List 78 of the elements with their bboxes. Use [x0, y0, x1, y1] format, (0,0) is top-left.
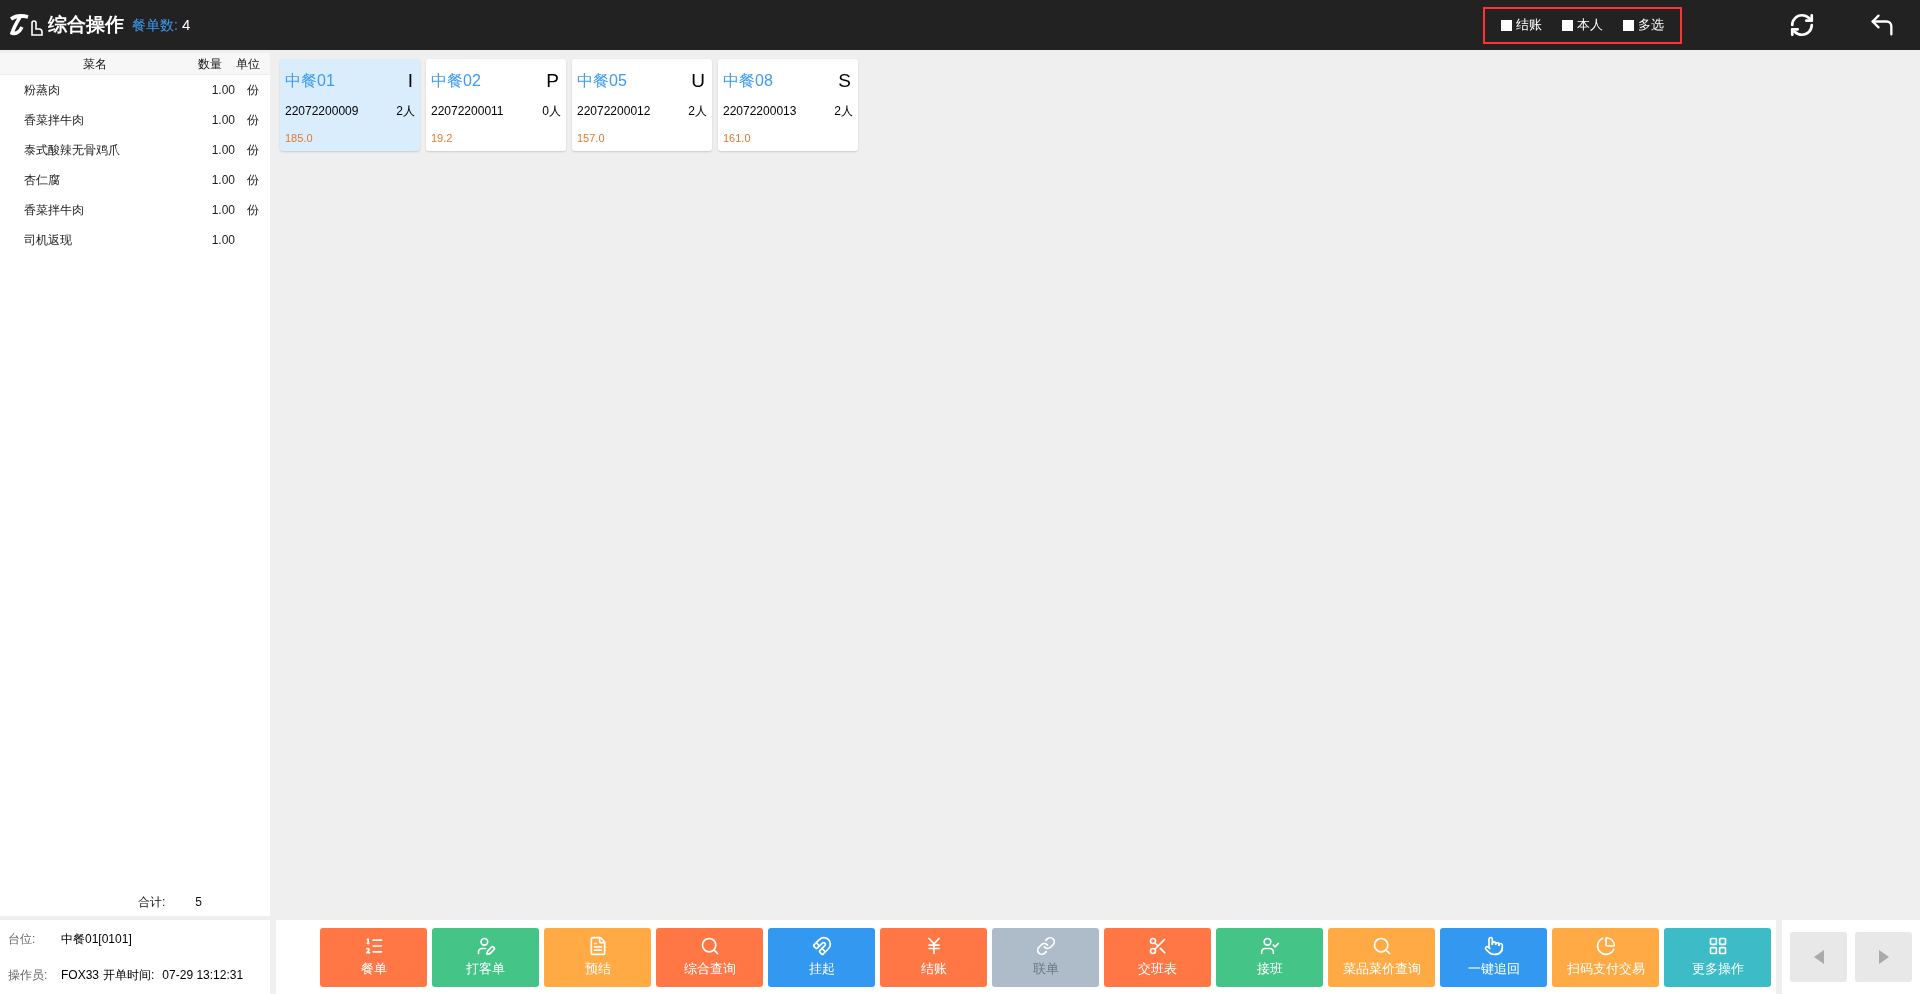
dish-name: 泰式酸辣无骨鸡爪 — [23, 142, 121, 159]
column-header: 数量 — [197, 55, 223, 73]
table-value: 中餐01[0101] — [61, 931, 132, 948]
page-title: 综合操作 — [48, 12, 124, 37]
dish-quantity: 1.00 — [210, 202, 235, 219]
magnet-icon — [811, 935, 832, 956]
table-card[interactable]: 中餐05 U 22072200012 2人 157.0 — [572, 59, 712, 151]
table-name: 中餐01 — [285, 71, 335, 92]
dish-name: 香菜拌牛肉 — [23, 112, 85, 129]
table-code: U — [691, 69, 705, 93]
refresh-icon — [1789, 12, 1815, 38]
search-icon — [1371, 935, 1392, 956]
user-icon — [1259, 935, 1280, 956]
table-code: P — [546, 69, 559, 93]
dish-quantity: 1.00 — [210, 232, 235, 249]
dish-name: 粉蒸肉 — [23, 82, 61, 99]
hand-pointer-icon — [1483, 935, 1504, 956]
operator-label: 操作员: — [8, 967, 49, 984]
dish-unit: 份 — [247, 142, 259, 159]
dish-row[interactable]: 粉蒸肉 1.00 份 — [0, 75, 270, 105]
table-name: 中餐08 — [723, 71, 773, 92]
guest-count: 0人 — [542, 102, 561, 120]
guest-count: 2人 — [834, 102, 853, 120]
table-card[interactable]: 中餐01 I 22072200009 2人 185.0 — [280, 59, 420, 151]
dish-row[interactable]: 香菜拌牛肉 1.00 份 — [0, 105, 270, 135]
order-count: 4 — [181, 14, 191, 35]
pie-chart-icon — [1595, 935, 1616, 956]
dish-name: 香菜拌牛肉 — [23, 202, 85, 219]
column-header: 菜名 — [82, 55, 108, 73]
dish-name: 杏仁腐 — [23, 172, 61, 189]
dish-quantity: 1.00 — [210, 172, 235, 189]
table-code: S — [838, 69, 851, 93]
filter-checkbox[interactable]: 多选 — [1623, 15, 1664, 35]
filter-checkbox[interactable]: 结账 — [1501, 15, 1542, 35]
scissors-icon — [1147, 935, 1168, 956]
order-amount: 19.2 — [431, 130, 454, 146]
operator-value: FOX33 — [61, 967, 99, 984]
dish-unit: 份 — [247, 172, 259, 189]
dish-quantity: 1.00 — [210, 82, 235, 99]
table-card[interactable]: 中餐08 S 22072200013 2人 161.0 — [718, 59, 858, 151]
guest-count: 2人 — [396, 102, 415, 120]
open-time-value: 07-29 13:12:31 — [162, 967, 244, 984]
grid-icon — [1707, 935, 1728, 956]
order-amount: 185.0 — [285, 130, 314, 146]
left-triangle-icon — [1813, 950, 1824, 964]
order-number: 22072200013 — [723, 102, 797, 120]
dish-row[interactable]: 杏仁腐 1.00 份 — [0, 165, 270, 195]
table-name: 中餐05 — [577, 71, 627, 92]
user-pen-icon — [475, 935, 496, 956]
open-time-label: 开单时间: — [103, 967, 155, 984]
total-label: 合计: — [138, 894, 166, 911]
order-amount: 161.0 — [723, 130, 752, 146]
dish-quantity: 1.00 — [210, 112, 235, 129]
order-count-label: 餐单数: — [132, 15, 178, 35]
column-header: 单位 — [235, 55, 260, 73]
filter-checkbox[interactable]: 本人 — [1562, 15, 1603, 35]
order-number: 22072200011 — [431, 102, 504, 120]
dish-unit: 份 — [247, 202, 259, 219]
dish-unit: 份 — [247, 112, 259, 129]
link-icon — [1035, 935, 1056, 956]
dish-quantity: 1.00 — [210, 142, 235, 159]
dish-unit: 份 — [247, 82, 259, 99]
order-number: 22072200012 — [577, 102, 651, 120]
right-triangle-icon — [1878, 950, 1889, 964]
dish-row[interactable]: 香菜拌牛肉 1.00 份 — [0, 195, 270, 225]
table-name: 中餐02 — [431, 71, 481, 92]
table-label: 台位: — [8, 931, 37, 948]
order-amount: 157.0 — [577, 130, 606, 146]
total-value: 5 — [195, 894, 203, 911]
dish-row[interactable]: 泰式酸辣无骨鸡爪 1.00 份 — [0, 135, 270, 165]
dish-row[interactable]: 司机返现 1.00 — [0, 225, 270, 255]
guest-count: 2人 — [688, 102, 707, 120]
dish-name: 司机返现 — [23, 232, 73, 249]
logo-icon — [8, 13, 44, 37]
table-code: I — [407, 69, 413, 93]
search-icon — [699, 935, 720, 956]
order-number: 22072200009 — [285, 102, 359, 120]
table-card[interactable]: 中餐02 P 22072200011 0人 19.2 — [426, 59, 566, 151]
